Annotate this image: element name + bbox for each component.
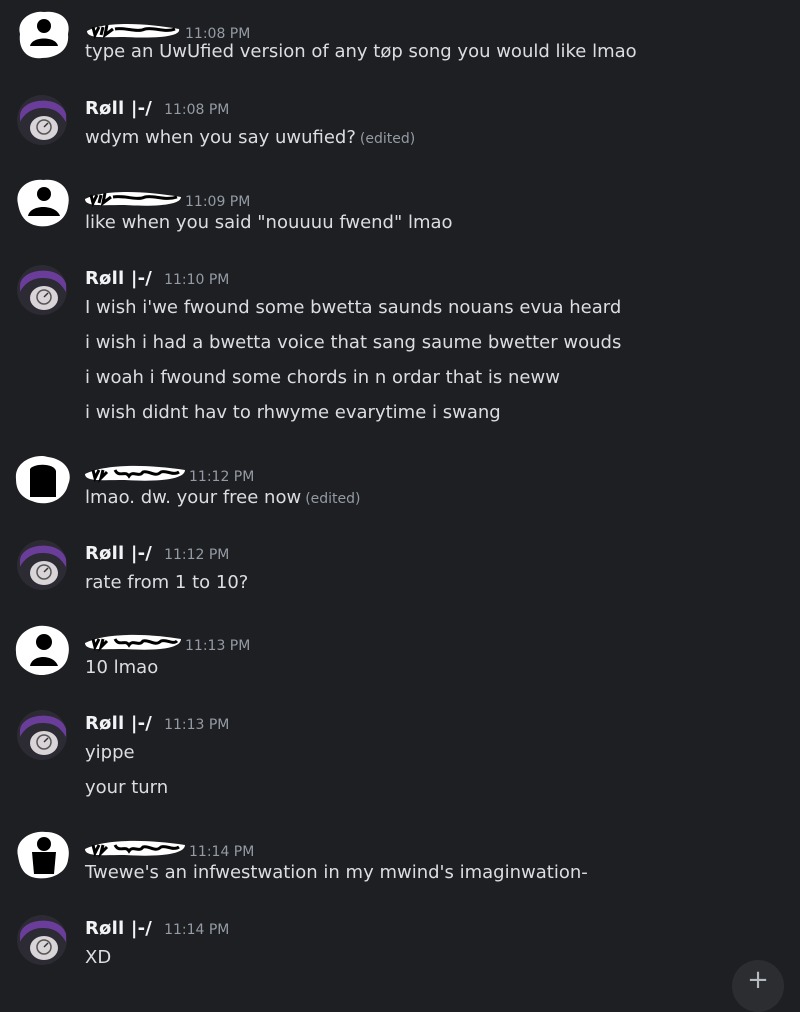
scribbled-avatar-icon[interactable] <box>14 828 72 880</box>
message-text: type an UwUfied version of any tøp song … <box>85 41 637 62</box>
add-button[interactable]: + <box>732 960 784 1012</box>
message-text: like when you said "nouuuu fwend" lmao <box>85 212 453 233</box>
timestamp: 11:12 PM <box>164 547 230 563</box>
message-text: lmao. dw. your free now (edited) <box>85 486 361 511</box>
username-scribble[interactable] <box>85 187 181 209</box>
timestamp: 11:09 PM <box>185 194 251 210</box>
scribbled-avatar-icon[interactable] <box>14 453 72 505</box>
message-text: i woah i fwound some chords in n ordar t… <box>85 367 560 388</box>
message-text: I wish i'we fwound some bwetta saunds no… <box>85 297 622 318</box>
edited-label: (edited) <box>359 131 416 147</box>
message-text: Twewe's an infwestwation in my mwind's i… <box>85 862 588 883</box>
message-text: rate from 1 to 10? <box>85 572 249 593</box>
message-text: i wish i had a bwetta voice that sang sa… <box>85 332 622 353</box>
timestamp: 11:12 PM <box>189 469 255 485</box>
message-text: your turn <box>85 777 169 798</box>
message-text-content: wdym when you say uwufied? <box>85 127 356 148</box>
username-scribble[interactable] <box>85 19 181 41</box>
username[interactable]: Røll |-/ <box>85 543 152 564</box>
timestamp: 11:10 PM <box>164 272 230 288</box>
timestamp: 11:14 PM <box>189 844 255 860</box>
username-scribble[interactable] <box>85 837 185 859</box>
message-text: i wish didnt hav to rhwyme evarytime i s… <box>85 402 501 423</box>
scribbled-avatar-icon[interactable] <box>14 8 72 60</box>
message-text: wdym when you say uwufied? (edited) <box>85 126 415 151</box>
edited-label: (edited) <box>305 491 361 507</box>
message-text-content: lmao. dw. your free now <box>85 487 302 508</box>
message-text: yippe <box>85 742 135 763</box>
username-scribble[interactable] <box>85 631 181 653</box>
purple-hair-avatar-icon[interactable] <box>14 94 72 146</box>
plus-icon: + <box>747 965 769 995</box>
username[interactable]: Røll |-/ <box>85 713 152 734</box>
timestamp: 11:08 PM <box>164 102 230 118</box>
purple-hair-avatar-icon[interactable] <box>14 914 72 966</box>
message-text: XD <box>85 947 112 968</box>
purple-hair-avatar-icon[interactable] <box>14 539 72 591</box>
timestamp: 11:13 PM <box>164 717 230 733</box>
purple-hair-avatar-icon[interactable] <box>14 264 72 316</box>
scribbled-avatar-icon[interactable] <box>14 624 72 676</box>
username[interactable]: Røll |-/ <box>85 918 152 939</box>
timestamp: 11:14 PM <box>164 922 230 938</box>
message-text: 10 lmao <box>85 657 159 678</box>
username-scribble[interactable] <box>85 462 185 484</box>
scribbled-avatar-icon[interactable] <box>14 176 72 228</box>
purple-hair-avatar-icon[interactable] <box>14 709 72 761</box>
username[interactable]: Røll |-/ <box>85 98 152 119</box>
username[interactable]: Røll |-/ <box>85 268 152 289</box>
timestamp: 11:13 PM <box>185 638 251 654</box>
